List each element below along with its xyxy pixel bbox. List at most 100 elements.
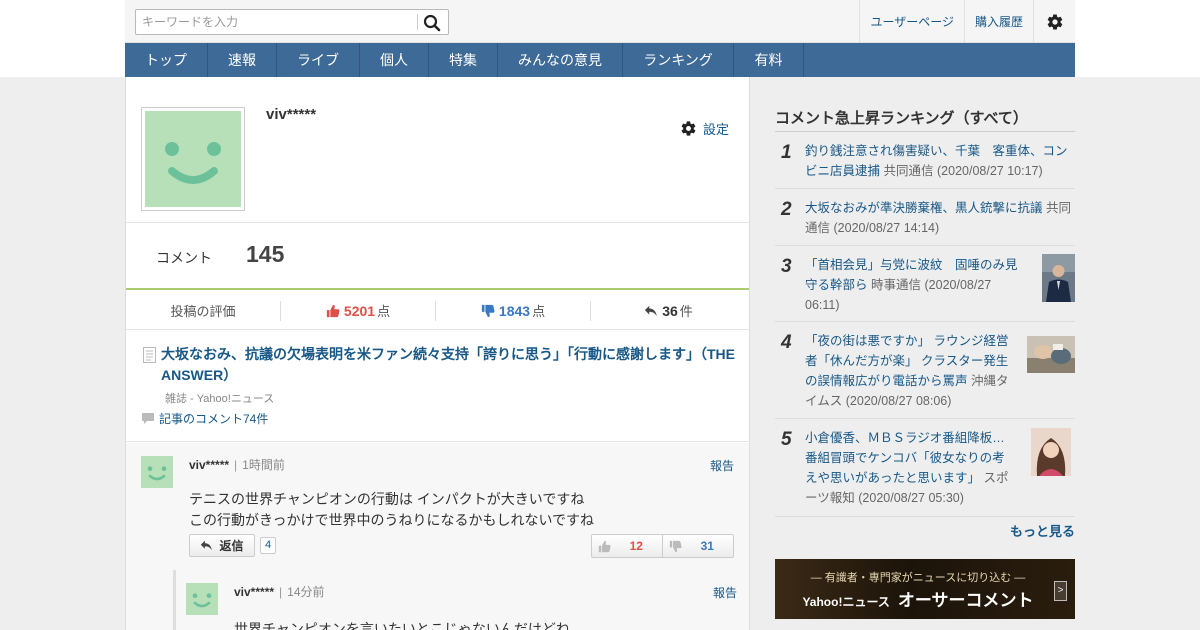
reply-button-label: 返信 — [219, 539, 244, 553]
ranking-number: 5 — [781, 429, 792, 450]
bad-points-unit: 点 — [532, 304, 546, 319]
nav-tab-opinions[interactable]: みんなの意見 — [498, 43, 623, 77]
news-thumbnail-image[interactable] — [1042, 254, 1075, 302]
speech-bubble-icon — [142, 413, 154, 424]
chevron-right-icon[interactable]: > — [1054, 581, 1067, 601]
gear-icon — [681, 121, 696, 136]
header-settings-button[interactable] — [1033, 0, 1075, 43]
article-source: 雑誌 - Yahoo!ニュース — [165, 393, 275, 405]
reply-text: 世界チャンピオンを言いたいとこじゃないんだけどね — [234, 621, 570, 630]
dislike-button[interactable]: 31 — [663, 535, 734, 557]
nav-tab-live[interactable]: ライブ — [277, 43, 360, 77]
ranking-title-link[interactable]: 小倉優香、ＭＢＳラジオ番組降板… 番組冒頭でケンコバ「彼女なりの考えや思いがあっ… — [805, 431, 1005, 485]
header: ユーザーページ 購入履歴 — [125, 0, 1075, 43]
comment-item: viv***** | 1時間前 報告 テニスの世界チャンピオンの行動は インパクトが… — [126, 443, 749, 630]
reply-meta: viv***** | 14分前 — [234, 585, 325, 599]
reply-total-unit: 件 — [679, 304, 693, 319]
ranking-date: (2020/08/27 05:30) — [858, 491, 964, 505]
article-comments-link[interactable]: 記事のコメント74件 — [141, 410, 268, 427]
ranking-item[interactable]: 3 「首相会見」与党に波紋 固唾のみ見守る幹部ら 時事通信 (2020/08/2… — [775, 246, 1075, 322]
ranking-date: (2020/08/27 14:14) — [833, 221, 940, 235]
main-nav: トップ 速報 ライブ 個人 特集 みんなの意見 ランキング 有料 — [125, 43, 1075, 77]
smiley-avatar-icon — [141, 456, 173, 488]
nav-tab-features[interactable]: 特集 — [429, 43, 498, 77]
comment-line: この行動がきっかけで世界中のうねりになるかもしれないですね — [189, 512, 595, 528]
ranking-item[interactable]: 1 釣り銭注意され傷害疑い、千葉 客重体、コンビニ店員逮捕 共同通信 (2020… — [775, 132, 1075, 189]
reply-total: 36 — [662, 302, 678, 319]
gear-icon — [1047, 14, 1062, 30]
profile-avatar — [141, 107, 245, 211]
ranking-source: 時事通信 — [871, 278, 922, 292]
comment-meta: viv***** | 1時間前 — [189, 458, 285, 472]
reply-button[interactable]: 返信 — [189, 534, 255, 557]
profile-settings-link[interactable]: 設定 — [680, 119, 729, 138]
ranking-text: 小倉優香、ＭＢＳラジオ番組降板… 番組冒頭でケンコバ「彼女なりの考えや思いがあっ… — [805, 428, 1017, 508]
ranking-item[interactable]: 2 大坂なおみが準決勝棄権、黒人銃撃に抗議 共同通信 (2020/08/27 1… — [775, 189, 1075, 246]
comment-count-value: 145 — [246, 241, 285, 267]
evaluation-replies: 36 件 — [591, 301, 746, 321]
ranking-item[interactable]: 4 「夜の街は悪ですか」 ラウンジ経営者「休んだ方が楽」 クラスター発生の誤情報… — [775, 322, 1075, 419]
thumbs-up-icon — [598, 540, 611, 552]
news-thumbnail-image[interactable] — [1027, 336, 1075, 373]
reply-user[interactable]: viv***** — [234, 585, 274, 599]
reply-arrow-icon — [201, 540, 213, 551]
vote-buttons: 12 31 — [591, 534, 734, 558]
banner-brand: Yahoo!ニュース — [802, 595, 890, 609]
more-link[interactable]: もっと見る — [1010, 521, 1075, 540]
article-comments-label: 記事のコメント74件 — [159, 412, 269, 426]
banner-title: Yahoo!ニュース オーサーコメント — [775, 586, 1061, 611]
comment-user[interactable]: viv***** — [189, 458, 229, 472]
settings-label: 設定 — [702, 122, 729, 137]
ranking-date: (2020/08/27 08:06) — [845, 394, 952, 408]
user-page-link[interactable]: ユーザーページ — [859, 0, 964, 43]
search-icon — [423, 14, 441, 32]
sidebar: コメント急上昇ランキング（すべて） 1 釣り銭注意され傷害疑い、千葉 客重体、コ… — [775, 77, 1075, 630]
like-button[interactable]: 12 — [592, 535, 663, 557]
like-count: 12 — [629, 539, 643, 553]
smiley-avatar-icon — [145, 111, 241, 207]
search-divider — [417, 14, 418, 30]
ranking-number: 1 — [781, 142, 792, 163]
ranking-text: 釣り銭注意され傷害疑い、千葉 客重体、コンビニ店員逮捕 共同通信 (2020/0… — [805, 141, 1071, 181]
thumbs-down-icon — [481, 304, 495, 317]
ranking-number: 2 — [781, 199, 792, 220]
ranking-source: 共同通信 — [883, 164, 934, 178]
dislike-count: 31 — [700, 539, 714, 553]
report-link[interactable]: 報告 — [710, 457, 734, 474]
ranking-title-link[interactable]: 大坂なおみが準決勝棄権、黒人銃撃に抗議 — [805, 201, 1043, 215]
ranking-text: 「夜の街は悪ですか」 ラウンジ経営者「休んだ方が楽」 クラスター発生の誤情報広が… — [805, 331, 1020, 411]
good-points-unit: 点 — [377, 304, 391, 319]
evaluation-bad: 1843 点 — [436, 300, 591, 321]
document-icon — [143, 347, 156, 363]
smiley-avatar-icon — [186, 583, 218, 615]
ranking-date: (2020/08/27 10:17) — [937, 164, 1043, 178]
reply-report-link[interactable]: 報告 — [713, 584, 737, 601]
ranking-text: 大坂なおみが準決勝棄権、黒人銃撃に抗議 共同通信 (2020/08/27 14:… — [805, 198, 1075, 238]
nav-tab-paid[interactable]: 有料 — [734, 43, 804, 77]
reply-time: 14分前 — [287, 585, 325, 599]
nav-tab-breaking[interactable]: 速報 — [208, 43, 277, 77]
thumbs-down-icon — [669, 540, 682, 552]
search-button[interactable] — [422, 13, 442, 33]
header-links: ユーザーページ 購入履歴 — [859, 0, 1075, 43]
purchase-history-link[interactable]: 購入履歴 — [963, 0, 1033, 43]
nav-tab-individual[interactable]: 個人 — [360, 43, 429, 77]
ranking-item[interactable]: 5 小倉優香、ＭＢＳラジオ番組降板… 番組冒頭でケンコバ「彼女なりの考えや思いが… — [775, 419, 1075, 517]
author-comment-banner[interactable]: ― 有識者・専門家がニュースに切り込む ― Yahoo!ニュース オーサーコメント… — [775, 559, 1075, 619]
ranking-text: 「首相会見」与党に波紋 固唾のみ見守る幹部ら 時事通信 (2020/08/27 … — [805, 255, 1021, 315]
evaluation-good: 5201 点 — [281, 300, 436, 321]
search-input[interactable] — [136, 10, 416, 34]
ranking-number: 3 — [781, 256, 792, 277]
profile-main: viv***** 設定 コメント 145 投稿の評価 5201 点 1843 点… — [125, 77, 750, 630]
article-title-link[interactable]: 大坂なおみ、抗議の欠場表明を米ファン続々支持「誇りに思う」「行動に感謝します」（… — [161, 344, 736, 386]
comment-time: 1時間前 — [242, 458, 285, 472]
ranking-number: 4 — [781, 332, 792, 353]
reply-count-badge[interactable]: 4 — [260, 537, 277, 554]
bad-points: 1843 — [498, 302, 531, 319]
comment-count-row: コメント 145 — [126, 222, 749, 290]
comment-line: テニスの世界チャンピオンの行動は インパクトが大きいですね — [189, 491, 585, 507]
news-thumbnail-image[interactable] — [1031, 428, 1071, 476]
nav-tab-ranking[interactable]: ランキング — [623, 43, 734, 77]
thumbs-up-icon — [326, 304, 340, 317]
nav-tab-top[interactable]: トップ — [125, 43, 208, 77]
